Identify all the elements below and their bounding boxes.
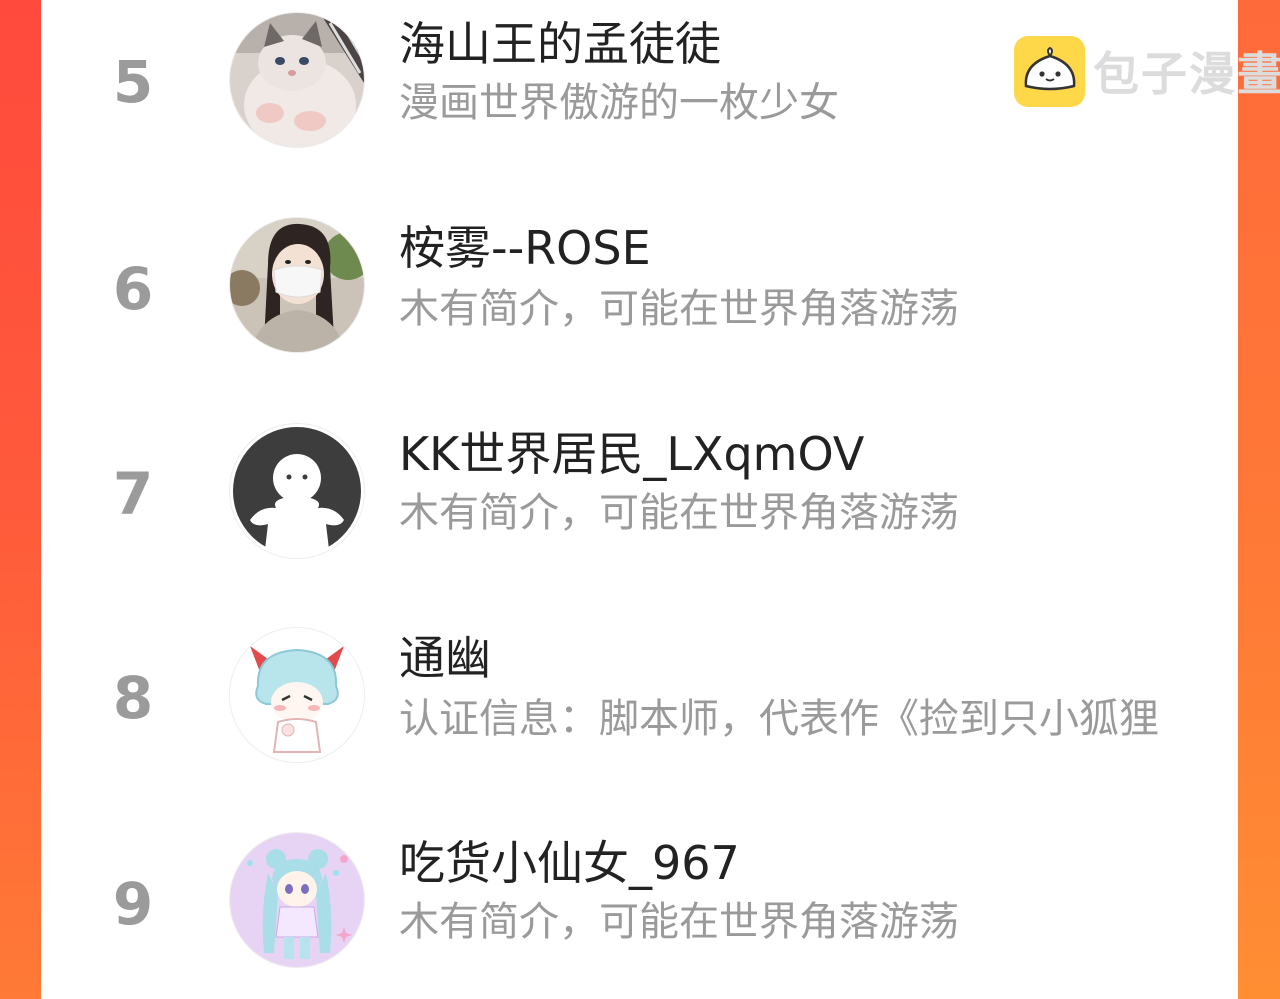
user-name[interactable]: KK世界居民_LXqmOV: [399, 428, 864, 481]
list-item[interactable]: 6 桉雾--ROSE 木有简介，可能在世界角落游荡: [41, 216, 1238, 356]
right-gradient-border: [1238, 0, 1280, 999]
list-item[interactable]: 9 吃货小仙女_967 木有简介，可能在世界角落游荡: [41, 831, 1238, 971]
user-name[interactable]: 吃货小仙女_967: [399, 837, 740, 890]
user-name[interactable]: 通幽: [399, 632, 491, 685]
user-description: 漫画世界傲游的一枚少女: [399, 80, 839, 126]
masked-girl-photo-avatar[interactable]: [230, 218, 364, 352]
user-description: 木有简介，可能在世界角落游荡: [399, 899, 959, 945]
rank-number: 6: [112, 255, 154, 323]
default-ghost-avatar[interactable]: [230, 424, 364, 558]
cat-photo-avatar[interactable]: [230, 13, 364, 147]
rank-number: 9: [112, 870, 154, 938]
list-item[interactable]: 8 通幽 认证信息：脚本师，代表作《捡到只小狐狸: [41, 626, 1238, 766]
rank-number: 7: [112, 460, 154, 528]
ranking-card: 包子漫畫 5 海山王的孟徒徒 漫画世界傲游的一枚少女 6 桉雾--ROSE 木有…: [41, 0, 1280, 999]
user-description: 木有简介，可能在世界角落游荡: [399, 490, 959, 536]
user-description: 认证信息：脚本师，代表作《捡到只小狐狸: [399, 696, 1159, 742]
user-description: 木有简介，可能在世界角落游荡: [399, 286, 959, 332]
list-item[interactable]: 7 KK世界居民_LXqmOV 木有简介，可能在世界角落游荡: [41, 422, 1238, 562]
rank-number: 8: [112, 664, 154, 732]
rank-number: 5: [112, 48, 154, 116]
user-name[interactable]: 桉雾--ROSE: [399, 222, 651, 275]
user-name[interactable]: 海山王的孟徒徒: [399, 18, 721, 71]
anime-devil-boy-avatar[interactable]: [230, 628, 364, 762]
anime-girl-avatar[interactable]: [230, 833, 364, 967]
list-item[interactable]: 5 海山王的孟徒徒 漫画世界傲游的一枚少女: [41, 10, 1238, 150]
